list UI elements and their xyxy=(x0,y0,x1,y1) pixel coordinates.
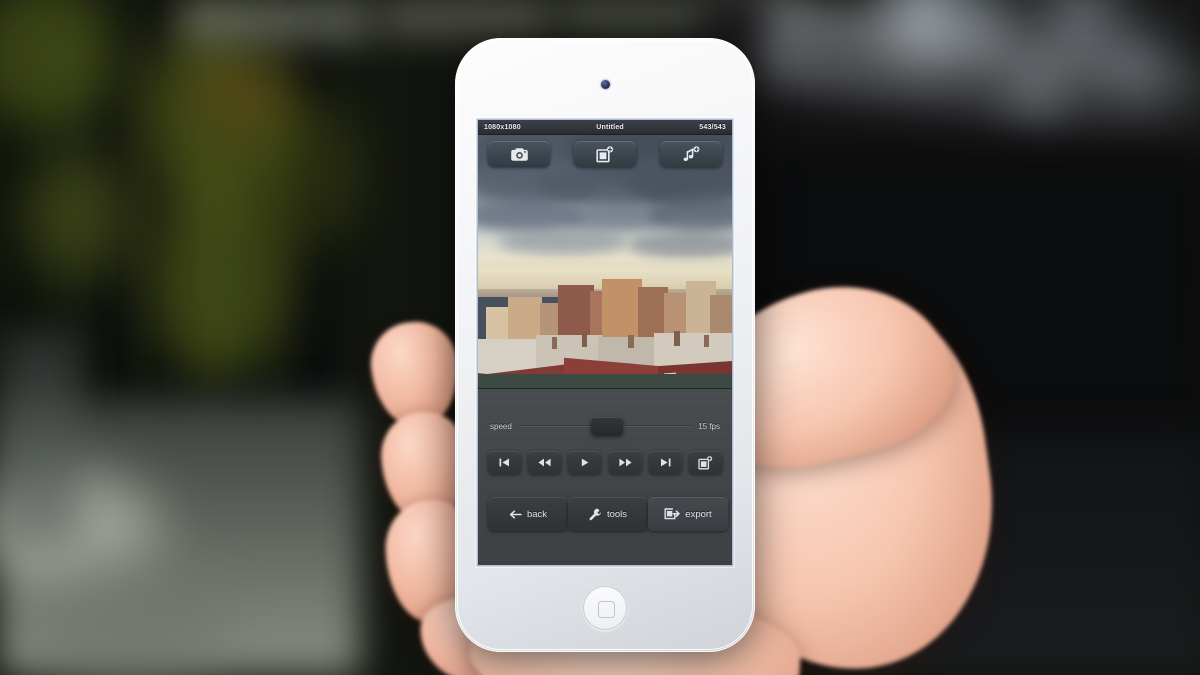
wrench-icon xyxy=(589,508,602,521)
fast-forward-icon xyxy=(618,458,632,467)
capture-photo-button[interactable] xyxy=(488,141,550,167)
transport-controls xyxy=(488,451,722,474)
skip-to-end-button[interactable] xyxy=(648,451,682,474)
tools-button[interactable]: tools xyxy=(568,497,648,531)
back-button[interactable]: back xyxy=(488,497,568,531)
fast-forward-button[interactable] xyxy=(608,451,642,474)
project-title: Untitled xyxy=(596,123,624,131)
skip-start-icon xyxy=(499,458,510,467)
front-camera-icon xyxy=(600,80,610,89)
play-icon xyxy=(581,458,589,467)
action-buttons: back tools export xyxy=(488,497,728,531)
frame-preview[interactable] xyxy=(478,135,732,388)
fps-value-label: 15 fps xyxy=(698,421,720,431)
rewind-button[interactable] xyxy=(528,451,562,474)
tools-button-label: tools xyxy=(606,508,628,520)
speed-label: speed xyxy=(490,421,512,431)
device-screen[interactable]: 1080x1080 Untitled 543/543 speed 15 fps … xyxy=(478,120,732,565)
skip-end-icon xyxy=(660,458,671,467)
resolution-label: 1080x1080 xyxy=(484,123,521,131)
add-frame-button[interactable] xyxy=(688,451,722,474)
add-frame-icon xyxy=(698,455,713,470)
speed-control-row: speed 15 fps xyxy=(490,415,720,437)
app-statusbar: 1080x1080 Untitled 543/543 xyxy=(478,120,732,135)
arrow-left-icon xyxy=(509,509,522,520)
ipod-touch-device: 1080x1080 Untitled 543/543 speed 15 fps … xyxy=(455,38,755,652)
speed-slider-thumb[interactable] xyxy=(591,417,624,435)
export-button-label: export xyxy=(685,508,712,520)
screenshot-scene: 1080x1080 Untitled 543/543 speed 15 fps … xyxy=(0,0,1200,675)
speed-slider[interactable] xyxy=(517,417,693,435)
skip-to-start-button[interactable] xyxy=(488,451,521,474)
back-button-label: back xyxy=(526,508,548,520)
export-icon xyxy=(664,508,681,520)
cityscape xyxy=(478,277,732,388)
frame-counter: 543/543 xyxy=(699,123,726,131)
add-audio-button[interactable] xyxy=(660,141,722,167)
preview-photo xyxy=(478,135,732,388)
home-button[interactable] xyxy=(583,586,627,630)
add-image-icon xyxy=(596,145,614,163)
camera-icon xyxy=(510,147,529,162)
add-music-icon xyxy=(682,145,700,163)
top-toolbar xyxy=(478,141,732,167)
controls-panel: speed 15 fps back tools export xyxy=(478,388,732,565)
rewind-icon xyxy=(538,458,551,467)
play-button[interactable] xyxy=(568,451,602,474)
add-image-button[interactable] xyxy=(574,141,636,167)
export-button[interactable]: export xyxy=(648,497,728,531)
